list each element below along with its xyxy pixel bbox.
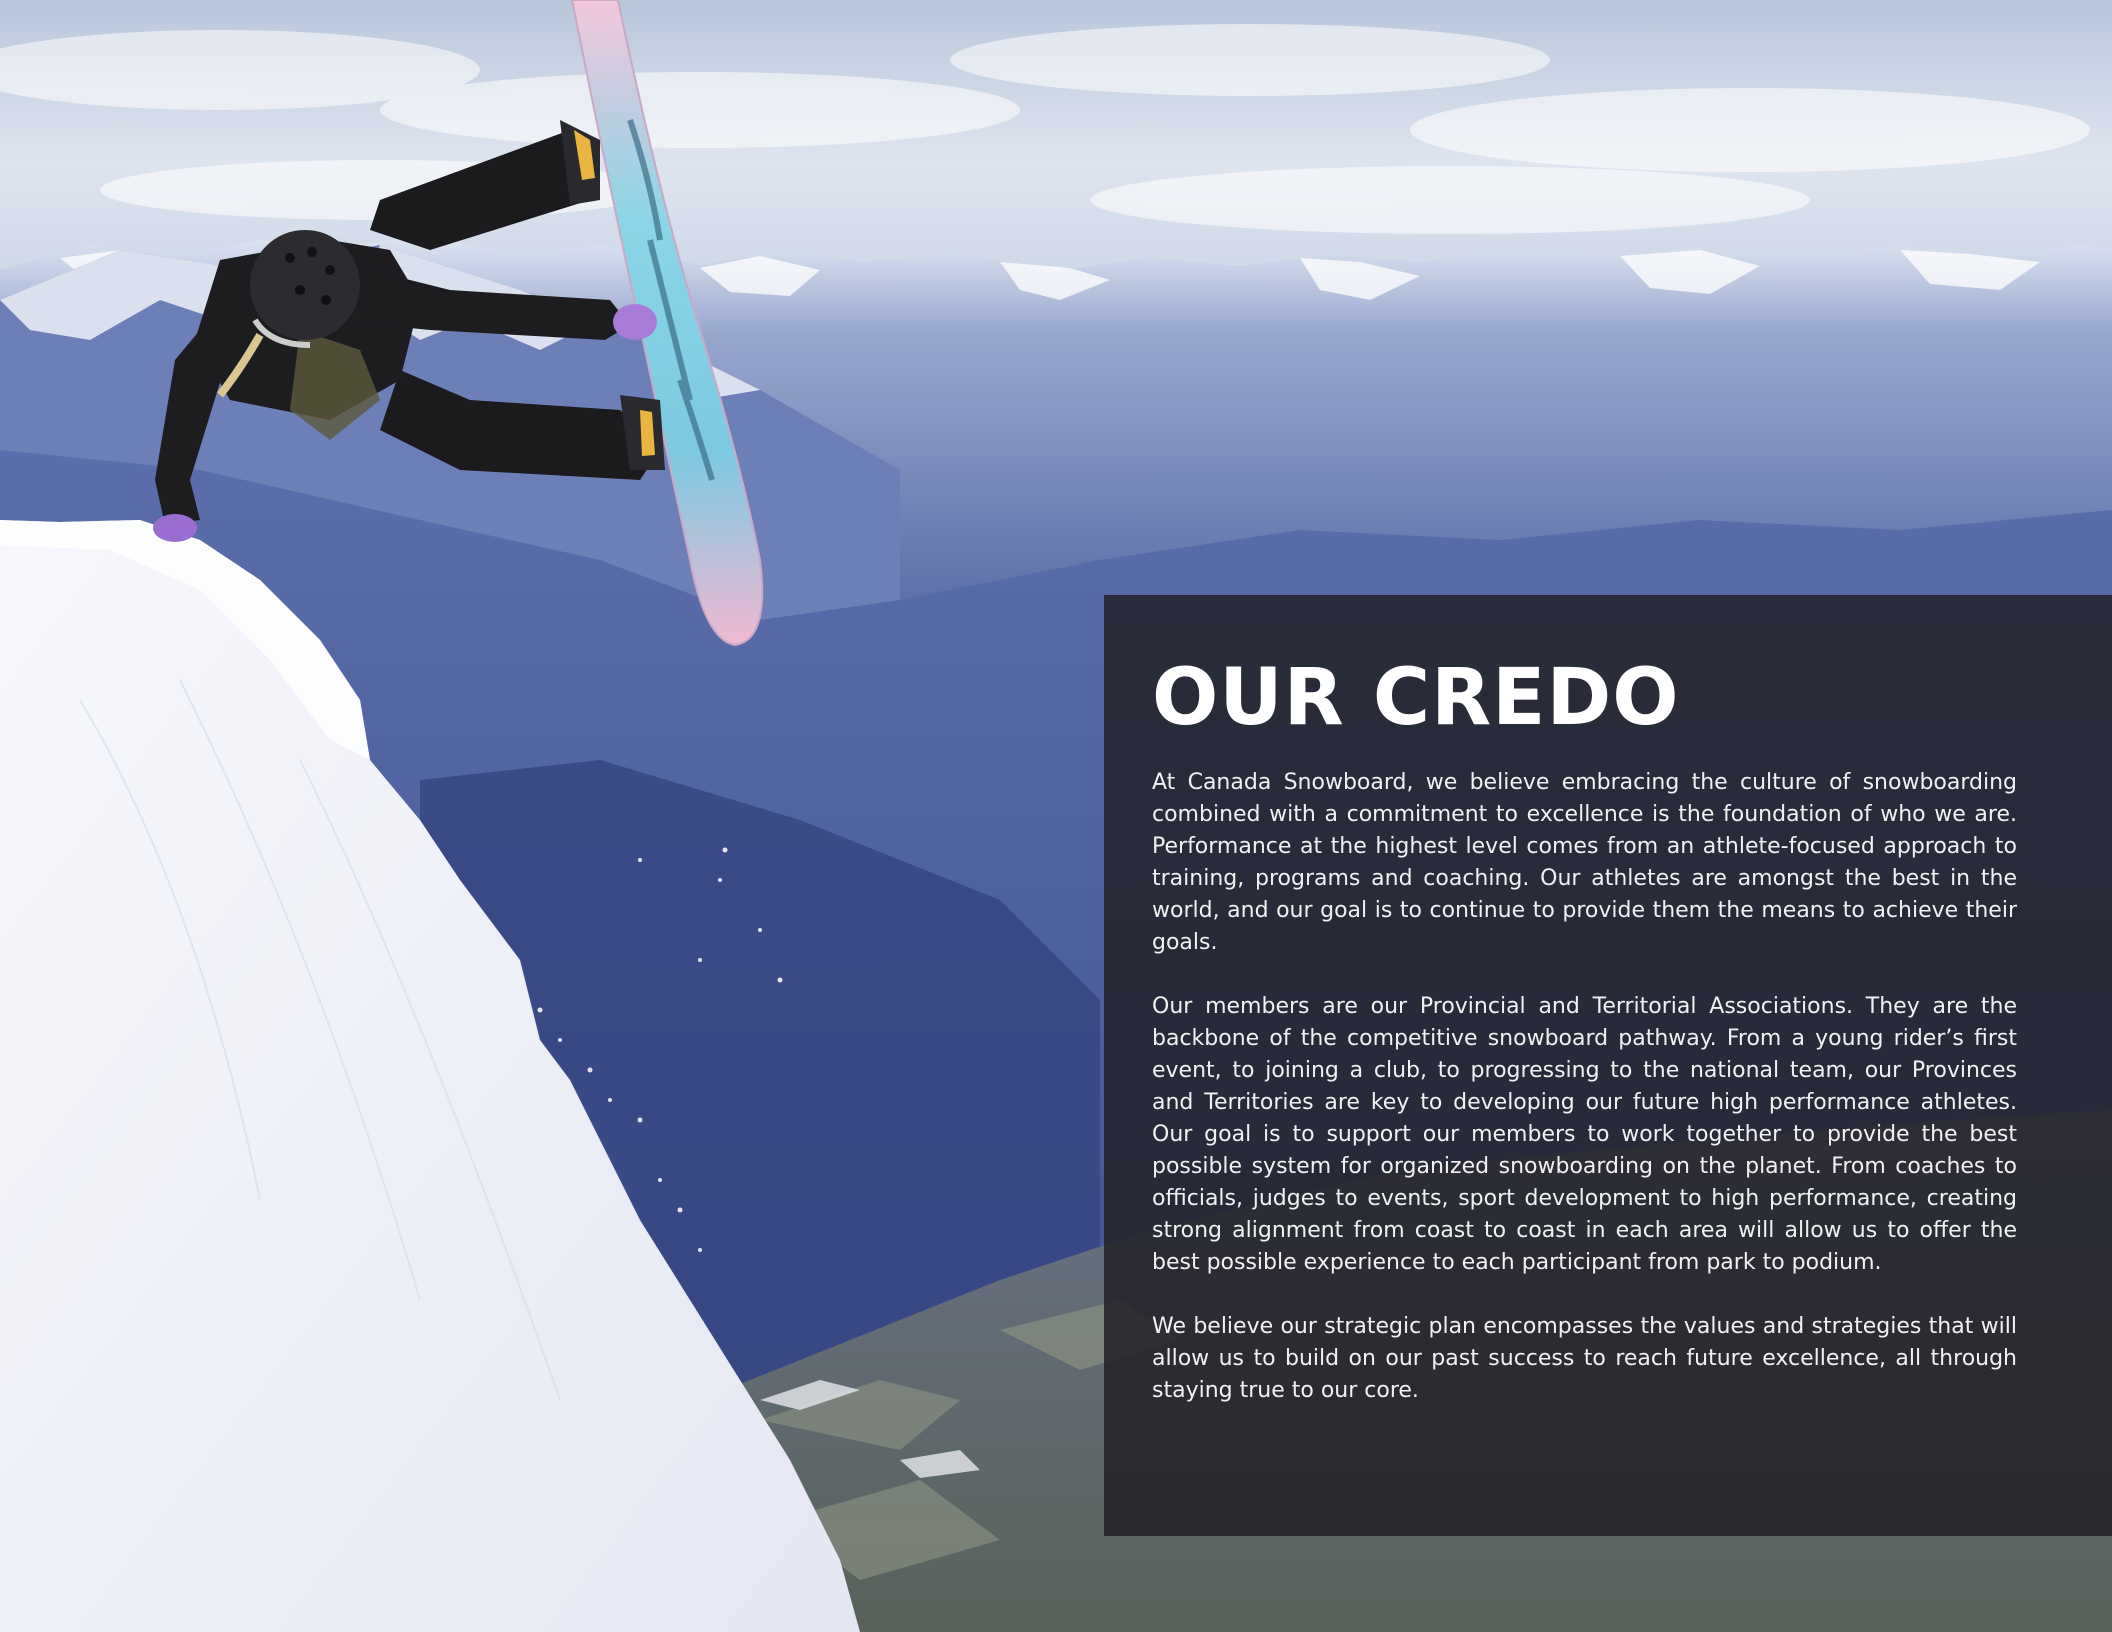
credo-paragraph-members: Our members are our Provincial and Terri… — [1152, 994, 2017, 1275]
credo-paragraph-strategic-plan: We believe our strategic plan encompasse… — [1152, 1314, 2017, 1403]
credo-panel: OUR CREDO At Canada Snowboard, we believ… — [1104, 595, 2112, 1536]
credo-paragraph-culture: At Canada Snowboard, we believe embracin… — [1152, 770, 2017, 955]
page-title: OUR CREDO — [1152, 653, 1680, 743]
